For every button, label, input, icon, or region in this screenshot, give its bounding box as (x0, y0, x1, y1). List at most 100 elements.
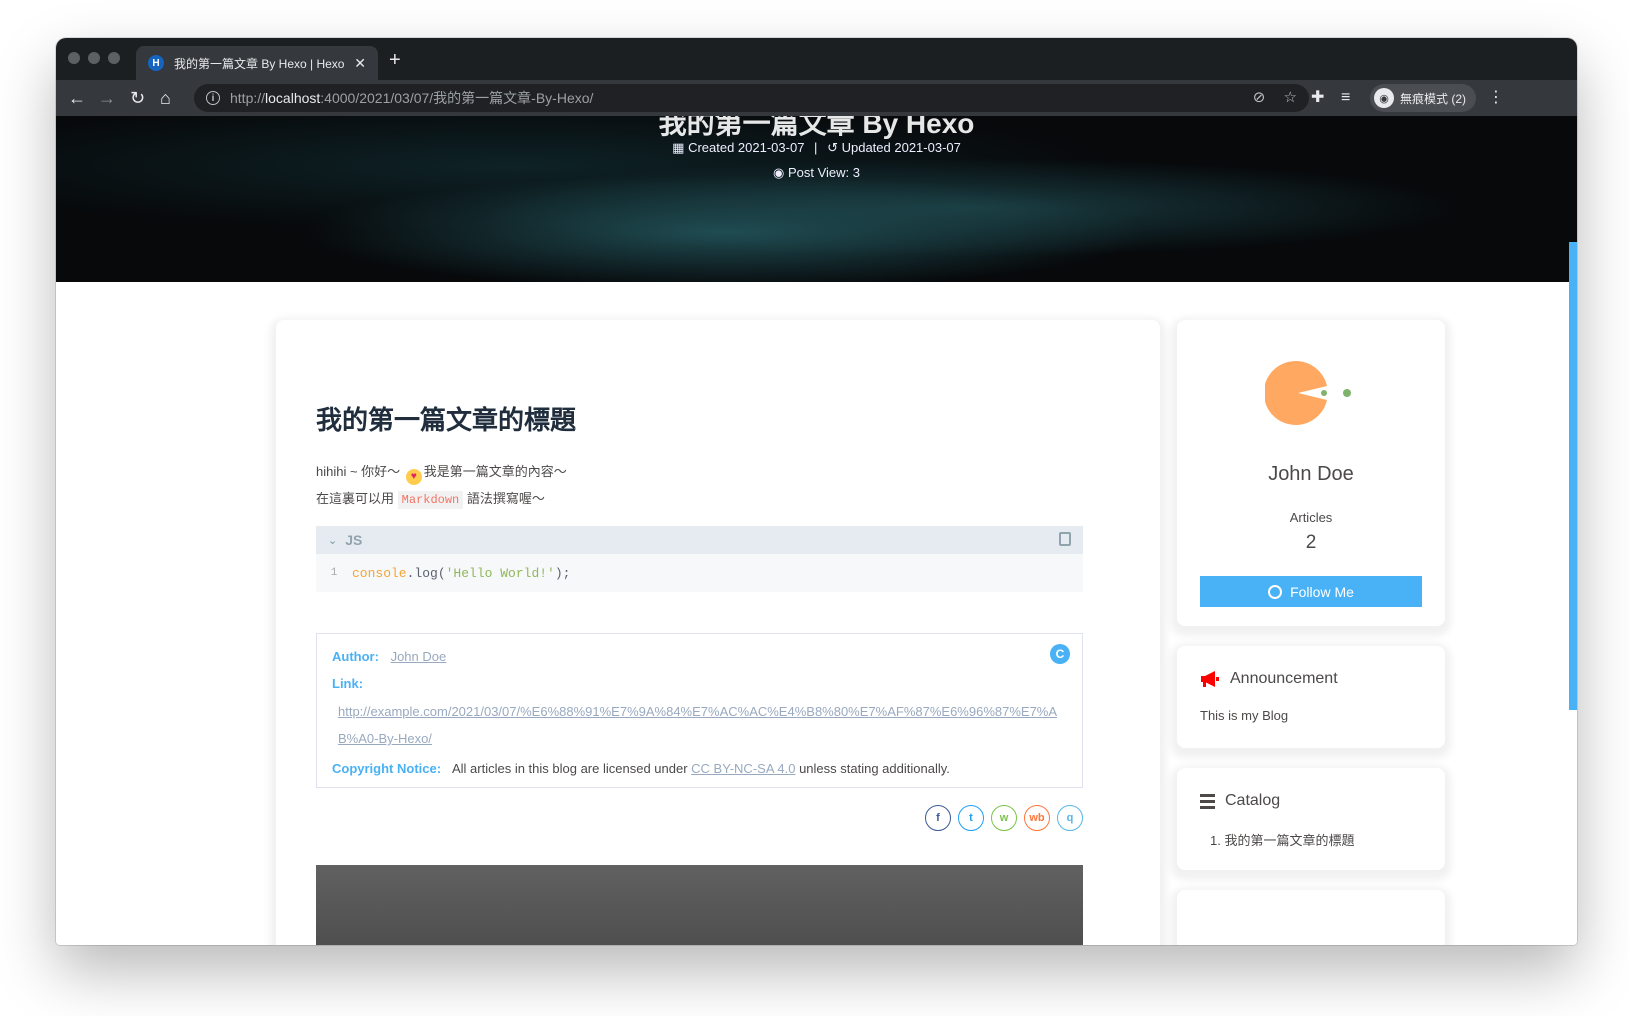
chevron-down-icon[interactable]: ⌄ (328, 534, 337, 547)
code-token: console (352, 565, 407, 581)
announcement-title: Announcement (1230, 670, 1338, 687)
close-window-button[interactable] (68, 52, 80, 64)
author-link[interactable]: John Doe (391, 649, 447, 664)
articles-label[interactable]: Articles (1177, 510, 1445, 525)
copyright-notice: Copyright Notice: All articles in this b… (332, 752, 1067, 779)
permalink[interactable]: http://example.com/2021/03/07/%E6%88%91%… (332, 698, 1067, 752)
page-viewport: 我的第一篇文章 By Hexo ▦ Created 2021-03-07 | ↺… (56, 116, 1577, 945)
tab-bar: H 我的第一篇文章 By Hexo | Hexo ✕ + (56, 38, 1577, 80)
eye-off-icon[interactable]: ⊘ (1253, 89, 1266, 106)
author-name: John Doe (1268, 463, 1354, 485)
code-token: 'Hello World!' (445, 565, 555, 581)
copyright-icon: C (1050, 644, 1070, 664)
code-language: JS (345, 532, 363, 548)
author-info-card: John Doe Articles 2 Follow Me (1177, 320, 1445, 626)
browser-tab-active[interactable]: H 我的第一篇文章 By Hexo | Hexo ✕ (136, 46, 378, 80)
home-icon[interactable]: ⌂ (160, 86, 171, 110)
facebook-share-icon[interactable]: f (925, 805, 951, 831)
post-text: 我是第一篇文章的內容～ (423, 464, 567, 479)
wechat-share-icon[interactable]: w (991, 805, 1017, 831)
maximize-window-button[interactable] (108, 52, 120, 64)
line-number: 1 (330, 567, 338, 579)
post-view-count: Post View: 3 (787, 165, 860, 180)
code-block-header[interactable]: ⌄ JS (316, 526, 1083, 554)
meta-separator: | (814, 140, 818, 155)
license-link[interactable]: CC BY-NC-SA 4.0 (691, 761, 795, 776)
announcement-header: Announcement (1200, 670, 1338, 688)
tab-title: 我的第一篇文章 By Hexo | Hexo (174, 56, 345, 71)
extensions-icon[interactable]: ✚ (1311, 86, 1324, 110)
github-icon (1268, 584, 1283, 599)
post-meta-views: ◉ Post View: 3 (56, 165, 1577, 181)
sidebar-card-next (1177, 890, 1445, 945)
follow-me-button[interactable]: Follow Me (1200, 576, 1422, 607)
notice-text: unless stating additionally. (799, 761, 950, 776)
announcement-card: Announcement This is my Blog (1177, 646, 1445, 748)
articles-count[interactable]: 2 (1177, 532, 1445, 554)
omnibox-actions: ⊘ ☆ (1253, 88, 1297, 106)
hero-title: 我的第一篇文章 By Hexo (658, 116, 975, 139)
minimize-window-button[interactable] (88, 52, 100, 64)
next-post-cover[interactable] (316, 865, 1083, 945)
share-buttons: f t w wb q (925, 805, 1083, 831)
post-copyright: C Author: John Doe Link: http://example.… (316, 633, 1083, 788)
eye-icon: ◉ (773, 165, 785, 180)
post-card: 我的第一篇文章的標題 hihihi ~ 你好～ ♥ 我是第一篇文章的內容～ 在這裏… (276, 320, 1160, 945)
code-token: ); (554, 565, 571, 581)
heart-eyes-emoji-icon: ♥ (405, 469, 422, 485)
announcement-text: This is my Blog (1200, 708, 1289, 723)
follow-label: Follow Me (1290, 583, 1354, 600)
incognito-icon: ◉ (1374, 88, 1394, 108)
browser-window: H 我的第一篇文章 By Hexo | Hexo ✕ + ← → ↻ ⌂ i h… (56, 38, 1577, 945)
post-text: hihihi ~ 你好～ (316, 464, 401, 479)
info-icon[interactable]: i (206, 91, 220, 105)
copy-icon[interactable] (1059, 532, 1071, 546)
created-date: Created 2021-03-07 (688, 140, 805, 155)
back-icon[interactable]: ← (68, 86, 86, 110)
post-text: 語法撰寫喔～ (466, 491, 545, 506)
qq-share-icon[interactable]: q (1057, 805, 1083, 831)
star-icon[interactable]: ☆ (1284, 89, 1297, 106)
megaphone-icon (1201, 671, 1219, 687)
incognito-profile-button[interactable]: ◉ 無痕模式 (2) (1370, 84, 1477, 112)
weibo-share-icon[interactable]: wb (1024, 805, 1050, 831)
forward-icon[interactable]: → (98, 86, 116, 110)
profile-label: 無痕模式 (2) (1400, 91, 1467, 106)
notice-text: All articles in this blog are licensed u… (451, 761, 688, 776)
author-label: Author: (332, 649, 379, 664)
tab-favicon-icon: H (148, 55, 164, 71)
copyright-link: Link: (332, 667, 1067, 694)
catalog-card: Catalog 1. 我的第一篇文章的標題 (1177, 768, 1445, 870)
code-line: 1 console .log('Hello World!'); (316, 554, 1083, 592)
avatar (1265, 361, 1351, 425)
code-token: .log( (406, 565, 446, 581)
new-tab-button[interactable]: + (389, 49, 401, 72)
updated-date: Updated 2021-03-07 (841, 140, 961, 155)
catalog-item[interactable]: 1. 我的第一篇文章的標題 (1210, 830, 1354, 849)
url-host: localhost (265, 90, 321, 106)
post-meta-dates: ▦ Created 2021-03-07 | ↺ Updated 2021-03… (56, 140, 1577, 156)
address-bar[interactable]: i http://localhost:4000/2021/03/07/我的第一篇… (194, 84, 1309, 112)
calendar-icon: ▦ (672, 140, 685, 155)
notice-label: Copyright Notice: (332, 761, 442, 776)
reading-list-icon[interactable]: ≡ (1341, 86, 1350, 110)
twitter-share-icon[interactable]: t (958, 805, 984, 831)
catalog-title: Catalog (1225, 792, 1281, 809)
inline-code: Markdown (397, 491, 464, 509)
reload-icon[interactable]: ↻ (130, 86, 145, 110)
post-paragraph-1: hihihi ~ 你好～ ♥ 我是第一篇文章的內容～ (316, 461, 567, 485)
post-hero-banner: 我的第一篇文章 By Hexo ▦ Created 2021-03-07 | ↺… (56, 116, 1577, 282)
catalog-header: Catalog (1200, 792, 1280, 810)
post-title: 我的第一篇文章的標題 (316, 406, 577, 436)
history-icon: ↺ (827, 140, 838, 155)
url-scheme: http:// (230, 90, 266, 106)
list-icon (1200, 793, 1215, 809)
code-block: ⌄ JS 1 console .log('Hello World!'); (316, 526, 1083, 592)
url-path: :4000/2021/03/07/我的第一篇文章-By-Hexo/ (320, 90, 594, 106)
page-scrollbar[interactable] (1569, 242, 1577, 710)
post-paragraph-2: 在這裏可以用 Markdown 語法撰寫喔～ (316, 488, 545, 509)
menu-icon[interactable]: ⋮ (1488, 86, 1504, 110)
tab-close-icon[interactable]: ✕ (354, 55, 366, 72)
post-text: 在這裏可以用 (316, 491, 395, 506)
link-label: Link: (332, 676, 364, 691)
